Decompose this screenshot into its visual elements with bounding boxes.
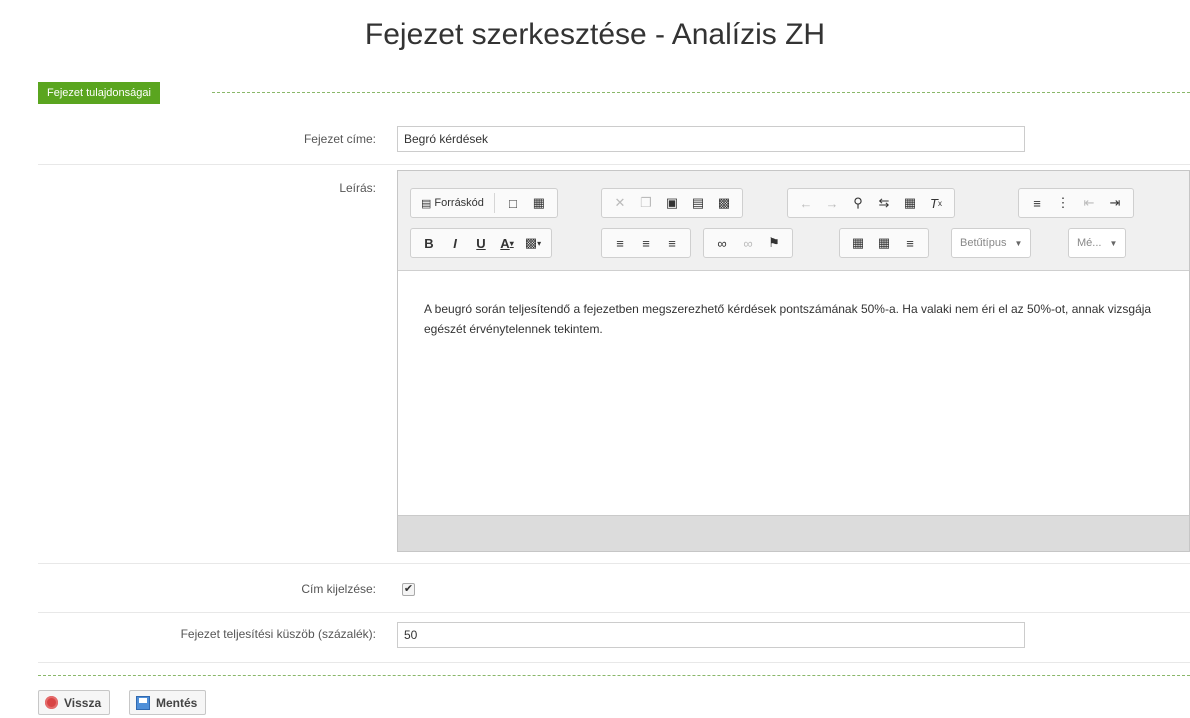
align-right-icon[interactable]: ≡	[660, 232, 684, 254]
back-icon	[45, 696, 58, 709]
show-title-label: Cím kijelzése:	[301, 582, 376, 596]
toolbar-group-insert: ▦ ▦ ≡	[839, 228, 929, 258]
chevron-down-icon: ▼	[1109, 238, 1118, 248]
print-icon[interactable]: ▩	[712, 192, 736, 214]
description-label: Leírás:	[339, 181, 376, 195]
editor-toolbar: ▤ Forráskód □ ▦ ✕ ❐ ▣ ▤ ▩ ← → ⚲ ⇆ ▦ Tx ≡…	[398, 171, 1189, 271]
align-left-icon[interactable]: ≡	[608, 232, 632, 254]
editor-status-bar	[398, 515, 1189, 551]
checkmark-icon: ✔	[403, 583, 414, 595]
source-button-label: Forráskód	[434, 197, 484, 209]
remove-format-icon[interactable]: Tx	[924, 192, 948, 214]
link-icon[interactable]: ∞	[710, 232, 734, 254]
italic-icon[interactable]: I	[443, 232, 467, 254]
row-divider	[38, 563, 1190, 564]
row-divider	[38, 612, 1190, 613]
toolbar-group-document: ▤ Forráskód □ ▦	[410, 188, 558, 218]
toolbar-group-style: B I U A ▾ ▩ ▾	[410, 228, 552, 258]
toolbar-group-edit: ← → ⚲ ⇆ ▦ Tx	[787, 188, 955, 218]
toolbar-group-links: ∞ ∞ ⚑	[703, 228, 793, 258]
chevron-down-icon: ▼	[1014, 238, 1023, 248]
format-painter-icon[interactable]: ▦	[898, 192, 922, 214]
footer-divider	[38, 675, 1190, 676]
section-divider	[212, 92, 1190, 93]
source-icon: ▤	[421, 197, 432, 210]
threshold-input[interactable]	[397, 622, 1025, 648]
page-title: Fejezet szerkesztése - Analízis ZH	[364, 18, 826, 51]
find-icon[interactable]: ⚲	[846, 192, 870, 214]
section-tab-properties: Fejezet tulajdonságai	[38, 82, 160, 104]
font-size-select[interactable]: Mé... ▼	[1068, 228, 1127, 258]
chapter-title-input[interactable]	[397, 126, 1025, 152]
show-title-checkbox[interactable]: ✔	[402, 583, 415, 596]
back-button[interactable]: Vissza	[38, 690, 111, 715]
row-divider	[38, 662, 1190, 663]
numbered-list-icon[interactable]: ≡	[1025, 192, 1049, 214]
anchor-flag-icon[interactable]: ⚑	[762, 232, 786, 254]
unlink-icon[interactable]: ∞	[736, 232, 760, 254]
align-center-icon[interactable]: ≡	[634, 232, 658, 254]
save-button[interactable]: Mentés	[129, 690, 207, 715]
undo-icon[interactable]: ←	[794, 192, 818, 214]
text-color-icon[interactable]: A ▾	[495, 232, 519, 254]
background-color-icon[interactable]: ▩ ▾	[521, 232, 545, 254]
copy-icon[interactable]: ❐	[634, 192, 658, 214]
title-label: Fejezet címe:	[303, 132, 376, 146]
paste-icon[interactable]: ▣	[660, 192, 684, 214]
replace-icon[interactable]: ⇆	[872, 192, 896, 214]
new-page-icon[interactable]: □	[501, 192, 525, 214]
outdent-icon[interactable]: ⇤	[1077, 192, 1101, 214]
toolbar-separator	[493, 193, 495, 213]
indent-icon[interactable]: ⇥	[1103, 192, 1127, 214]
save-button-label: Mentés	[156, 695, 198, 710]
bold-icon[interactable]: B	[417, 232, 441, 254]
row-divider	[38, 164, 1190, 165]
preview-icon[interactable]: ▦	[527, 192, 551, 214]
paste-text-icon[interactable]: ▤	[686, 192, 710, 214]
threshold-label: Fejezet teljesítési küszöb (százalék):	[180, 627, 376, 641]
toolbar-group-align: ≡ ≡ ≡	[601, 228, 691, 258]
cut-icon[interactable]: ✕	[608, 192, 632, 214]
rich-text-editor: ▤ Forráskód □ ▦ ✕ ❐ ▣ ▤ ▩ ← → ⚲ ⇆ ▦ Tx ≡…	[397, 170, 1190, 552]
redo-icon[interactable]: →	[820, 192, 844, 214]
horizontal-line-icon[interactable]: ≡	[898, 232, 922, 254]
image-icon[interactable]: ▦	[846, 232, 870, 254]
font-family-value: Betűtípus	[960, 237, 1007, 249]
font-family-select[interactable]: Betűtípus ▼	[951, 228, 1032, 258]
toolbar-group-lists: ≡ ⋮ ⇤ ⇥	[1018, 188, 1134, 218]
table-icon[interactable]: ▦	[872, 232, 896, 254]
source-button[interactable]: ▤ Forráskód	[417, 192, 488, 214]
font-size-value: Mé...	[1077, 237, 1102, 249]
back-button-label: Vissza	[64, 695, 102, 710]
editor-content-area[interactable]: A beugró során teljesítendő a fejezetben…	[398, 271, 1189, 517]
bulleted-list-icon[interactable]: ⋮	[1051, 192, 1075, 214]
toolbar-group-clipboard: ✕ ❐ ▣ ▤ ▩	[601, 188, 743, 218]
save-icon	[136, 695, 150, 710]
underline-icon[interactable]: U	[469, 232, 493, 254]
